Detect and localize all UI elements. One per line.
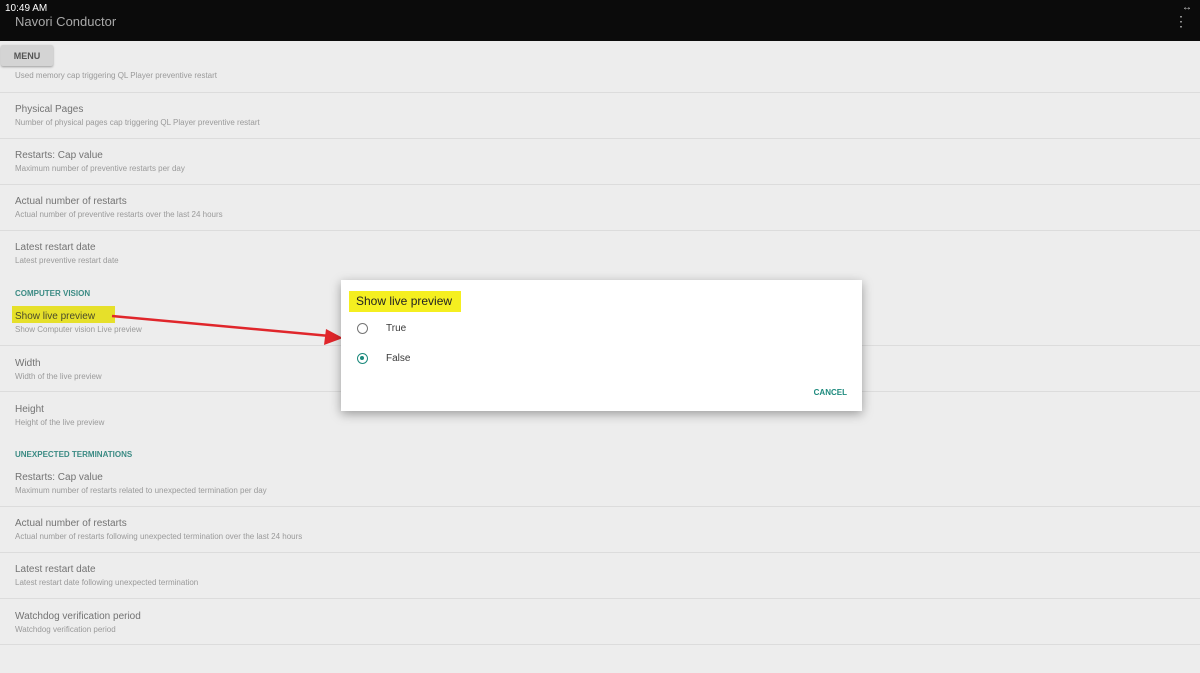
option-label-false[interactable]: False bbox=[386, 353, 410, 364]
radio-false[interactable] bbox=[357, 353, 368, 364]
radio-true[interactable] bbox=[357, 323, 368, 334]
show-live-preview-dialog: Show live preview True False CANCEL bbox=[341, 280, 862, 411]
cancel-button[interactable]: CANCEL bbox=[814, 388, 847, 397]
option-label-true[interactable]: True bbox=[386, 323, 406, 334]
dialog-title: Show live preview bbox=[356, 294, 453, 308]
